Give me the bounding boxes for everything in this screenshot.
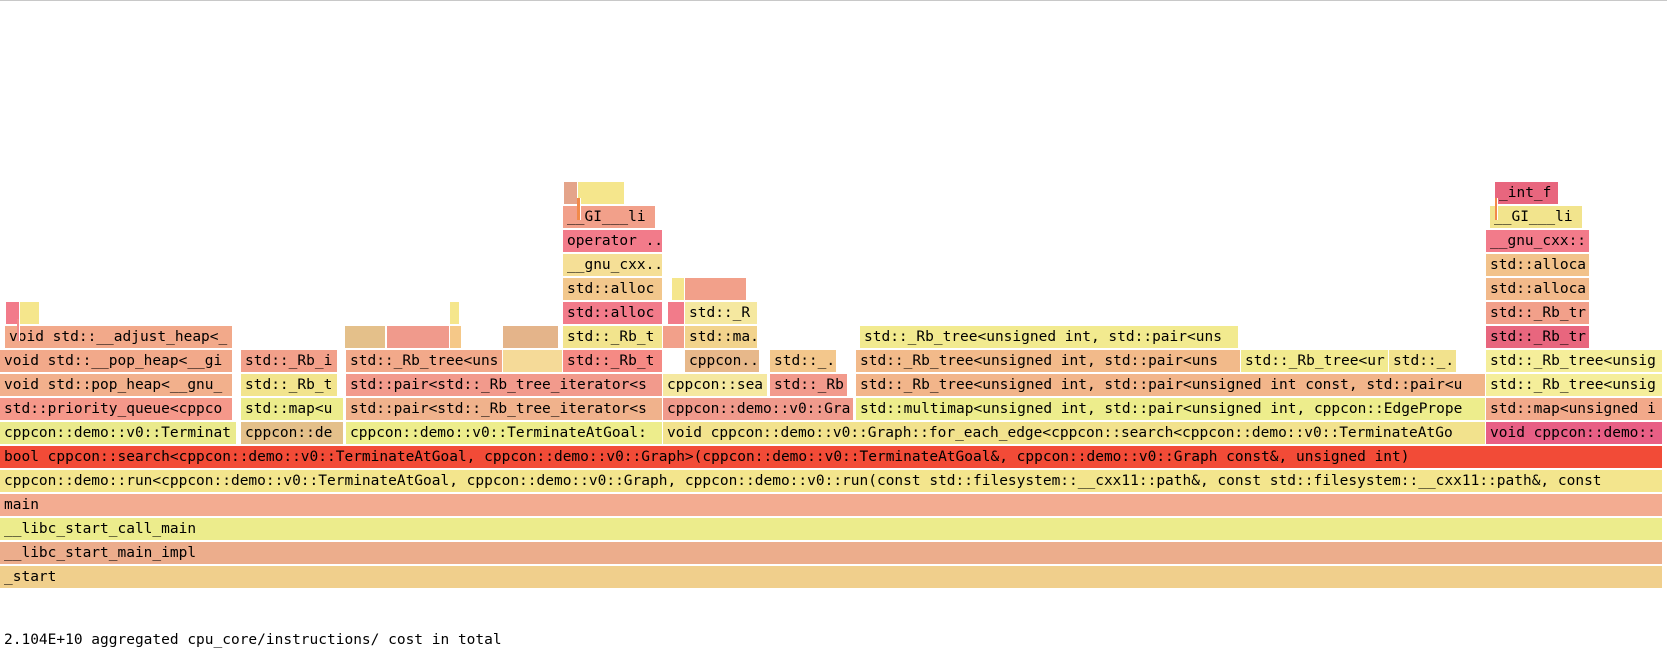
frame-std-rb-tr-b[interactable]: std::_Rb_tr [1486, 302, 1590, 324]
frame-std-pair-rb-iter-a[interactable]: std::pair<std::_Rb_tree_iterator<s [346, 398, 663, 420]
frame-gnu-cxx-a[interactable]: __gnu_cxx... [563, 254, 663, 276]
frame-std-alloc-a[interactable]: std::alloc [563, 302, 663, 324]
frame-unlabeled-b[interactable] [345, 326, 386, 348]
frame-std-rb-tree-uns[interactable]: std::_Rb_tree<uns [346, 350, 503, 372]
frame-unlabeled-p[interactable] [1495, 198, 1498, 220]
frame-unlabeled-a[interactable] [503, 350, 563, 372]
frame-terminate-at-goal-b[interactable]: cppcon::demo::v0::TerminateAtGoal: [346, 422, 663, 444]
frame-unlabeled-d[interactable] [450, 326, 462, 348]
frame-std-rb-t-c[interactable]: std::_Rb_t [563, 326, 663, 348]
frame-priority-queue[interactable]: std::priority_queue<cppco [0, 398, 233, 420]
frame-gnu-cxx-b[interactable]: __gnu_cxx:: [1486, 230, 1590, 252]
frame-std-rb-tree-pair-b[interactable]: std::_Rb_tree<unsigned int, std::pair<un… [860, 326, 1239, 348]
frame-std-alloc-b[interactable]: std::alloc [563, 278, 663, 300]
frame-cppcon-demo-gra[interactable]: cppcon::demo::v0::Gra [663, 398, 854, 420]
frame-std-r[interactable]: std::_R [685, 302, 758, 324]
total-cost-label: 2.104E+10 aggregated cpu_core/instructio… [4, 632, 502, 648]
frame-std-rb-tree-unsig-b[interactable]: std::_Rb_tree<unsig [1486, 350, 1663, 372]
frame-unlabeled-n[interactable] [578, 182, 625, 204]
frame-std-rb-tree-pair-a[interactable]: std::_Rb_tree<unsigned int, std::pair<un… [856, 350, 1241, 372]
frame-gi-li-b[interactable]: __GI___li [1490, 206, 1583, 228]
frame-std-map-u[interactable]: std::map<u [241, 398, 344, 420]
frame-std-rb-i[interactable]: std::_Rb_i [241, 350, 338, 372]
frame-void-cppcon-demo[interactable]: void cppcon::demo:: [1486, 422, 1663, 444]
frame-unlabeled-i[interactable] [450, 302, 460, 324]
frame-unlabeled-h[interactable] [20, 302, 40, 324]
frame-cppcon-search[interactable]: bool cppcon::search<cppcon::demo::v0::Te… [0, 446, 1663, 468]
frame-std-rb-tree-ur[interactable]: std::_Rb_tree<ur [1241, 350, 1389, 372]
frame-std-dot-b[interactable]: std::_. [1389, 350, 1457, 372]
frame-std-rb[interactable]: std::_Rb [770, 374, 848, 396]
frame-std-pop-heap[interactable]: void std::pop_heap<__gnu_ [0, 374, 233, 396]
frame-std-dot-a[interactable]: std::_. [770, 350, 837, 372]
frame-unlabeled-f[interactable] [663, 326, 685, 348]
frame-cppcon-demo-run[interactable]: cppcon::demo::run<cppcon::demo::v0::Term… [0, 470, 1663, 492]
flamegraph-canvas: _start __libc_start_main_impl __libc_sta… [0, 0, 1679, 650]
frame-std-rb-tree-long[interactable]: std::_Rb_tree<unsigned int, std::pair<un… [856, 374, 1486, 396]
frame-unlabeled-l[interactable] [685, 278, 747, 300]
frame-int-f[interactable]: _int_f [1495, 182, 1559, 204]
frame-cppcon-ellipsis[interactable]: cppcon... [685, 350, 760, 372]
frame-cppcon-sea[interactable]: cppcon::sea [663, 374, 768, 396]
frame-std-alloca-a[interactable]: std::alloca [1486, 278, 1590, 300]
frame-std-pair-rb-iter-b[interactable]: std::pair<std::_Rb_tree_iterator<s [346, 374, 663, 396]
frame-unlabeled-q[interactable] [17, 319, 20, 341]
frame-graph-for-each-edge[interactable]: void cppcon::demo::v0::Graph::for_each_e… [663, 422, 1486, 444]
frame-terminate-at-goal-a[interactable]: cppcon::demo::v0::Terminat [0, 422, 237, 444]
frame-unlabeled-k[interactable] [672, 278, 685, 300]
frame-libc-start-main-impl[interactable]: __libc_start_main_impl [0, 542, 1663, 564]
frame-unlabeled-o[interactable] [577, 198, 581, 220]
frame-std-rb-t-a[interactable]: std::_Rb_t [241, 374, 338, 396]
frame-cppcon-de[interactable]: cppcon::de [241, 422, 344, 444]
frame-std-pop-heap-inner[interactable]: void std::__pop_heap<__gi [0, 350, 233, 372]
frame-unlabeled-m[interactable] [564, 182, 578, 204]
frame-std-ma[interactable]: std::ma. [685, 326, 758, 348]
frame-operator[interactable]: operator ... [563, 230, 663, 252]
frame-start[interactable]: _start [0, 566, 1663, 588]
frame-std-alloca-b[interactable]: std::alloca [1486, 254, 1590, 276]
frame-unlabeled-e[interactable] [503, 326, 559, 348]
frame-libc-start-call-main[interactable]: __libc_start_call_main [0, 518, 1663, 540]
frame-std-multimap[interactable]: std::multimap<unsigned int, std::pair<un… [856, 398, 1486, 420]
frame-std-map-unsigned[interactable]: std::map<unsigned i [1486, 398, 1663, 420]
frame-std-rb-tr-a[interactable]: std::_Rb_tr [1486, 326, 1590, 348]
right-gutter [1667, 0, 1679, 650]
frame-unlabeled-j[interactable] [668, 302, 685, 324]
frame-std-rb-tree-unsig-a[interactable]: std::_Rb_tree<unsig [1486, 374, 1663, 396]
frame-adjust-heap[interactable]: void std::__adjust_heap<_ [5, 326, 233, 348]
frame-main[interactable]: main [0, 494, 1663, 516]
frame-unlabeled-c[interactable] [387, 326, 450, 348]
frame-std-rb-t-b[interactable]: std::_Rb_t [563, 350, 663, 372]
